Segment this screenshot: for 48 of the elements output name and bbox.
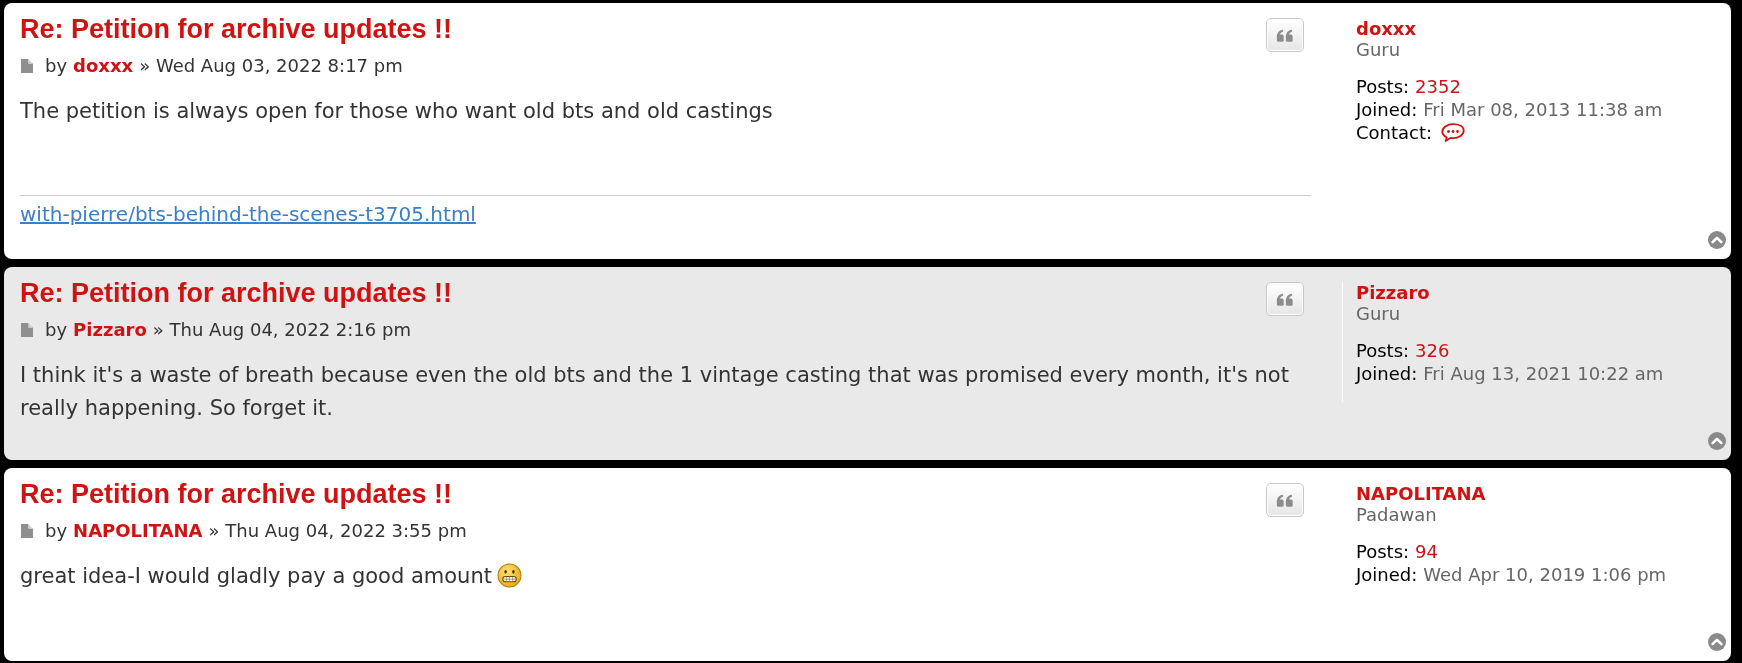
- field-label: Joined:: [1356, 362, 1418, 385]
- post-date: » Wed Aug 03, 2022 8:17 pm: [139, 55, 403, 77]
- post-date: » Thu Aug 04, 2022 2:16 pm: [152, 319, 411, 341]
- field-label: Joined:: [1356, 563, 1418, 586]
- post-count: 94: [1415, 540, 1438, 563]
- byline-label: by: [45, 319, 68, 341]
- user-rank: Padawan: [1356, 505, 1438, 525]
- byline-label: by: [45, 55, 68, 77]
- post-text: The petition is always open for those who want old bts and old castings: [20, 99, 773, 123]
- post-title[interactable]: Re: Petition for archive updates !!: [20, 15, 453, 43]
- author-link[interactable]: doxxx: [73, 55, 134, 77]
- post-count: 2352: [1415, 75, 1461, 98]
- circle-chevron-up-icon[interactable]: [1708, 633, 1726, 651]
- quote-button[interactable]: [1266, 18, 1304, 52]
- post-text: great idea-I would gladly pay a good amount: [20, 564, 492, 588]
- document-icon[interactable]: [21, 59, 33, 73]
- user-rank: Guru: [1356, 304, 1402, 324]
- field-label: Posts:: [1356, 75, 1410, 98]
- post-title[interactable]: Re: Petition for archive updates !!: [20, 480, 453, 508]
- join-date: Fri Mar 08, 2013 11:38 am: [1423, 98, 1663, 121]
- post-title[interactable]: Re: Petition for archive updates !!: [20, 279, 453, 307]
- profile-username[interactable]: Pizzaro: [1356, 282, 1430, 304]
- join-date: Wed Apr 10, 2019 1:06 pm: [1423, 563, 1667, 586]
- quote-button[interactable]: [1266, 282, 1304, 316]
- user-rank: Guru: [1356, 40, 1402, 60]
- join-date: Fri Aug 13, 2021 10:22 am: [1423, 362, 1664, 385]
- field-label: Joined:: [1356, 98, 1418, 121]
- circle-chevron-up-icon[interactable]: [1708, 231, 1726, 249]
- post-text: I think it's a waste of breath because even the old bts and the 1 vintage casting that was promised every month, it's not really happening. So forget it.: [20, 363, 1289, 420]
- author-link[interactable]: Pizzaro: [73, 319, 147, 341]
- document-icon[interactable]: [21, 323, 33, 337]
- profile-username[interactable]: NAPOLITANA: [1356, 483, 1486, 505]
- document-icon[interactable]: [21, 524, 33, 538]
- author-link[interactable]: NAPOLITANA: [73, 520, 203, 542]
- quote-icon: [1276, 492, 1294, 508]
- field-label: Contact:: [1356, 121, 1433, 144]
- circle-chevron-up-icon[interactable]: [1708, 432, 1726, 450]
- quote-icon: [1276, 291, 1294, 307]
- speech-bubble-icon[interactable]: [1441, 123, 1466, 142]
- field-label: Posts:: [1356, 339, 1410, 362]
- quote-icon: [1276, 27, 1294, 43]
- quote-button[interactable]: [1266, 483, 1304, 517]
- byline-label: by: [45, 520, 68, 542]
- profile-username[interactable]: doxxx: [1356, 18, 1417, 40]
- field-label: Posts:: [1356, 540, 1410, 563]
- signature-link[interactable]: with-pierre/bts-behind-the-scenes-t3705.html: [20, 202, 476, 226]
- post-count: 326: [1415, 339, 1450, 362]
- post-date: » Thu Aug 04, 2022 3:55 pm: [208, 520, 467, 542]
